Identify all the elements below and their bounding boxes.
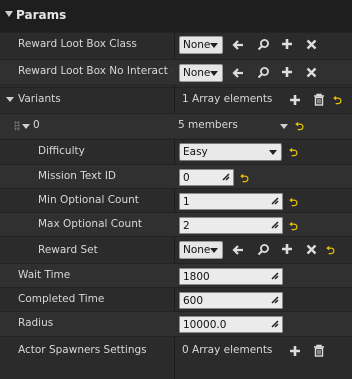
input-value: 0 xyxy=(183,172,190,184)
chevron-down-icon xyxy=(210,71,218,76)
drag-handle-icon[interactable] xyxy=(14,121,20,131)
picker-value: None xyxy=(183,244,211,256)
property-label: Actor Spawners Settings xyxy=(18,344,147,356)
chevron-down-icon[interactable] xyxy=(280,124,288,129)
row-reward-set: Reward Set None ⮌ xyxy=(0,236,352,263)
row-radius: Radius 10000.0 xyxy=(0,311,352,336)
property-label: Wait Time xyxy=(18,269,71,281)
chevron-down-icon xyxy=(269,150,277,155)
class-picker-combo[interactable]: None xyxy=(179,64,223,82)
resize-icon xyxy=(271,197,279,205)
row-mission-text-id: Mission Text ID 0 ⮌ xyxy=(0,164,352,189)
wait-time-input[interactable]: 1800 xyxy=(179,268,283,285)
completed-time-input[interactable]: 600 xyxy=(179,292,283,309)
dropdown-value: Easy xyxy=(183,146,208,158)
reset-arrow-icon[interactable]: ⮌ xyxy=(289,194,298,213)
property-label: Radius xyxy=(18,317,54,329)
property-label: Max Optional Count xyxy=(38,218,142,230)
row-max-optional-count: Max Optional Count 2 ⮌ xyxy=(0,212,352,237)
plus-icon[interactable] xyxy=(281,66,293,78)
close-icon[interactable] xyxy=(306,244,317,255)
collapse-arrow-icon[interactable] xyxy=(5,11,13,17)
property-label: Reward Loot Box Class xyxy=(18,38,137,50)
chevron-down-icon xyxy=(210,248,218,253)
plus-icon[interactable] xyxy=(289,94,301,106)
input-value: 2 xyxy=(183,220,190,232)
arrow-left-icon[interactable] xyxy=(232,244,244,256)
row-reward-loot-box-class: Reward Loot Box Class None xyxy=(0,32,352,57)
collapse-arrow-icon[interactable] xyxy=(6,97,14,102)
plus-icon[interactable] xyxy=(281,243,293,255)
min-optional-count-input[interactable]: 1 xyxy=(179,193,283,210)
input-value: 600 xyxy=(183,295,204,307)
category-title: Params xyxy=(16,8,67,22)
close-icon[interactable] xyxy=(306,67,317,78)
property-label: Min Optional Count xyxy=(38,194,139,206)
close-icon[interactable] xyxy=(306,39,317,50)
params-category-header[interactable]: Params xyxy=(0,0,352,33)
resize-icon xyxy=(222,173,230,181)
radius-input[interactable]: 10000.0 xyxy=(179,316,283,333)
resize-icon xyxy=(271,272,279,280)
trash-icon[interactable] xyxy=(313,93,325,106)
plus-icon[interactable] xyxy=(289,345,301,357)
search-icon[interactable] xyxy=(257,38,270,51)
input-value: 10000.0 xyxy=(183,319,227,331)
max-optional-count-input[interactable]: 2 xyxy=(179,217,283,234)
resize-icon xyxy=(271,296,279,304)
difficulty-dropdown[interactable]: Easy xyxy=(179,143,282,161)
chevron-down-icon xyxy=(210,43,218,48)
property-label: Variants xyxy=(18,93,61,105)
reward-set-picker[interactable]: None xyxy=(179,241,223,259)
row-variant-element-0: 0 5 members ⮌ xyxy=(0,113,352,138)
row-reward-loot-box-no-interact: Reward Loot Box No Interact Cl None xyxy=(0,59,352,84)
resize-icon xyxy=(271,320,279,328)
array-count: 0 Array elements xyxy=(182,344,273,356)
element-index-label: 0 xyxy=(33,119,40,131)
reset-arrow-icon[interactable]: ⮌ xyxy=(326,242,335,261)
row-completed-time: Completed Time 600 xyxy=(0,287,352,312)
collapse-arrow-icon[interactable] xyxy=(22,124,30,129)
property-label: Mission Text ID xyxy=(38,170,117,182)
input-value: 1 xyxy=(183,196,190,208)
reset-arrow-icon[interactable]: ⮌ xyxy=(289,218,298,237)
class-picker-value: None xyxy=(183,39,211,51)
reset-arrow-icon[interactable]: ⮌ xyxy=(240,170,249,189)
arrow-left-icon[interactable] xyxy=(232,67,244,79)
arrow-left-icon[interactable] xyxy=(232,39,244,51)
resize-icon xyxy=(271,221,279,229)
property-label: Reward Loot Box No Interact Cl xyxy=(18,65,172,77)
row-variants: Variants 1 Array elements ⮌ xyxy=(0,87,352,112)
search-icon[interactable] xyxy=(257,243,270,256)
property-label: Reward Set xyxy=(38,244,98,256)
trash-icon[interactable] xyxy=(313,344,325,357)
class-picker-value: None xyxy=(183,67,211,79)
mission-text-id-input[interactable]: 0 xyxy=(179,169,234,186)
row-wait-time: Wait Time 1800 xyxy=(0,263,352,288)
reset-arrow-icon[interactable]: ⮌ xyxy=(289,144,298,163)
property-label: Completed Time xyxy=(18,293,105,305)
row-min-optional-count: Min Optional Count 1 ⮌ xyxy=(0,188,352,213)
row-difficulty: Difficulty Easy ⮌ xyxy=(0,139,352,164)
class-picker-combo[interactable]: None xyxy=(179,36,223,54)
member-count: 5 members xyxy=(178,119,238,131)
reset-arrow-icon[interactable]: ⮌ xyxy=(333,92,342,111)
search-icon[interactable] xyxy=(257,66,270,79)
row-actor-spawners-settings: Actor Spawners Settings 0 Array elements xyxy=(0,336,352,365)
reset-arrow-icon[interactable]: ⮌ xyxy=(295,118,304,137)
plus-icon[interactable] xyxy=(281,38,293,50)
property-label: Difficulty xyxy=(38,145,85,157)
array-count: 1 Array elements xyxy=(182,93,273,105)
input-value: 1800 xyxy=(183,271,210,283)
